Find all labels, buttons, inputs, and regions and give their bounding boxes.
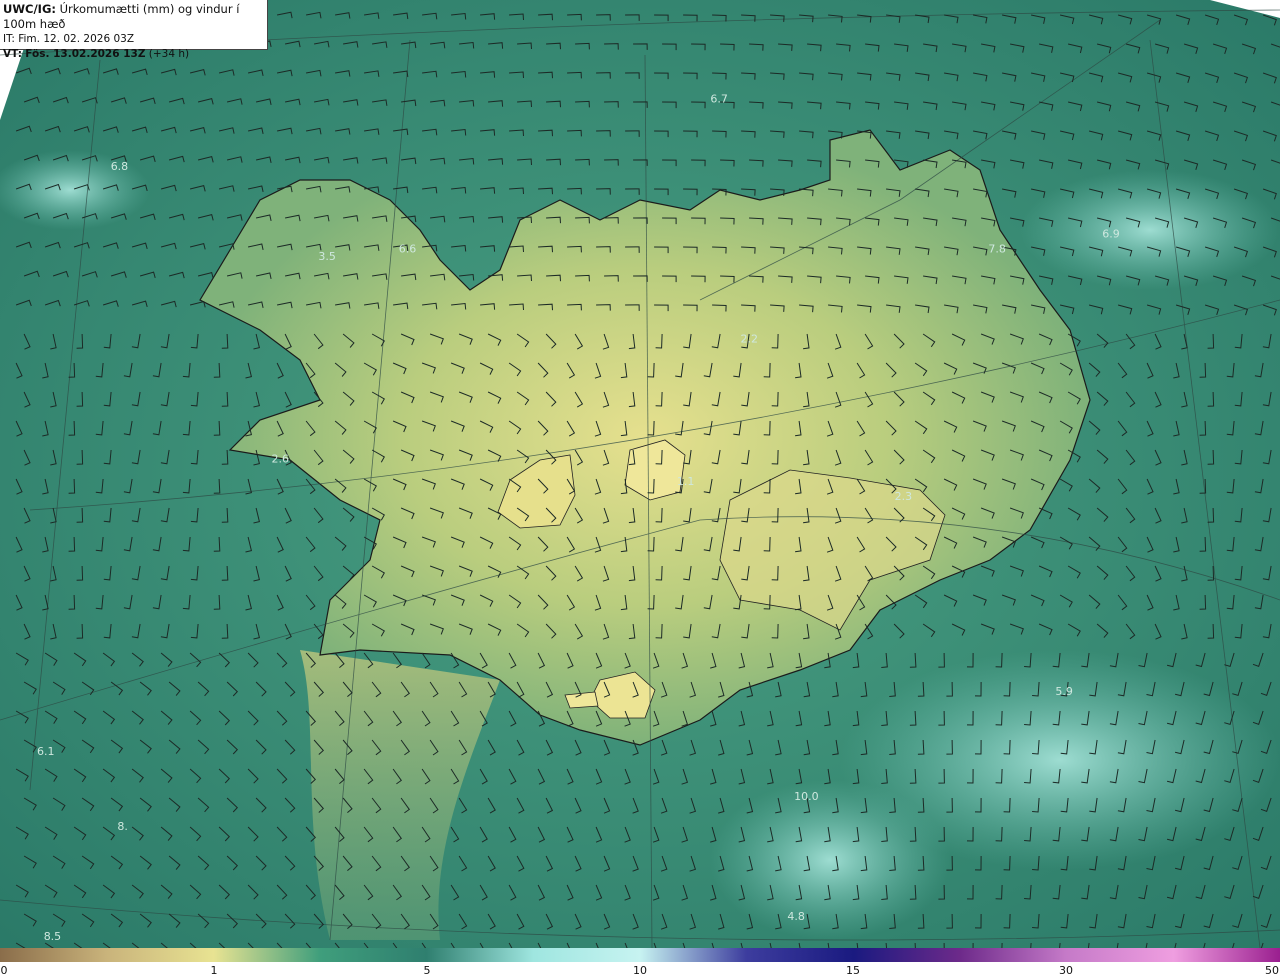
value-label: 1.1 — [677, 475, 695, 488]
colorbar-tick-label: 30 — [1059, 964, 1073, 977]
value-label: 2.3 — [895, 490, 913, 503]
glacier-eyjafjallajokull — [564, 691, 599, 709]
value-label: 6.1 — [37, 745, 55, 758]
valid-line: VT: Fös. 13.02.2026 13Z (+34 h) — [3, 47, 267, 62]
value-label: 2.2 — [741, 333, 759, 346]
value-label: 5.9 — [1055, 685, 1073, 698]
colorbar: 0 1 5 10 15 30 50 — [0, 948, 1280, 978]
light-precip-south — [710, 780, 950, 940]
value-label: 7.8 — [988, 243, 1006, 256]
colorbar-tick-label: 10 — [633, 964, 647, 977]
value-label: 2.6 — [272, 453, 290, 466]
map-info-box: UWC/IG: Úrkomumætti (mm) og vindur í 100… — [0, 0, 268, 60]
colorbar-tick-label: 1 — [210, 964, 218, 977]
colorbar-strip — [0, 948, 1280, 962]
colorbar-tick-label: 50 — [1265, 964, 1279, 977]
value-label: 4.8 — [787, 910, 805, 923]
title-line: UWC/IG: Úrkomumætti (mm) og vindur í 100… — [3, 2, 267, 32]
model-name: UWC/IG: — [3, 2, 56, 16]
value-label: 6.9 — [1102, 228, 1120, 241]
colorbar-gradient — [0, 948, 1280, 962]
init-time: IT: Fim. 12. 02. 2026 03Z — [3, 33, 135, 45]
colorbar-tick-label: 5 — [423, 964, 431, 977]
colorbar-tick-label: 0 — [0, 964, 8, 977]
lead-time: (+34 h) — [148, 48, 190, 60]
value-label: 6.7 — [710, 93, 728, 106]
value-label: 8. — [117, 820, 128, 833]
value-label: 6.8 — [111, 160, 129, 173]
value-label: 8.5 — [44, 930, 62, 943]
forecast-map: 6.7 6.8 3.5 6.6 6.9 7.8 2.2 2.6 1.1 2.3 5.9 6.1 10.0… — [0, 0, 1280, 948]
value-label: 10.0 — [794, 790, 819, 803]
value-label: 3.5 — [318, 250, 336, 263]
light-precip-east — [1020, 170, 1280, 290]
valid-label: VT: — [3, 48, 22, 60]
map-canvas: 6.7 6.8 3.5 6.6 6.9 7.8 2.2 2.6 1.1 2.3 5.9 6.1 10.0… — [0, 0, 1280, 948]
colorbar-tick-label: 15 — [846, 964, 860, 977]
valid-time: Fös. 13.02.2026 13Z — [25, 48, 146, 60]
value-label: 6.6 — [399, 243, 417, 256]
